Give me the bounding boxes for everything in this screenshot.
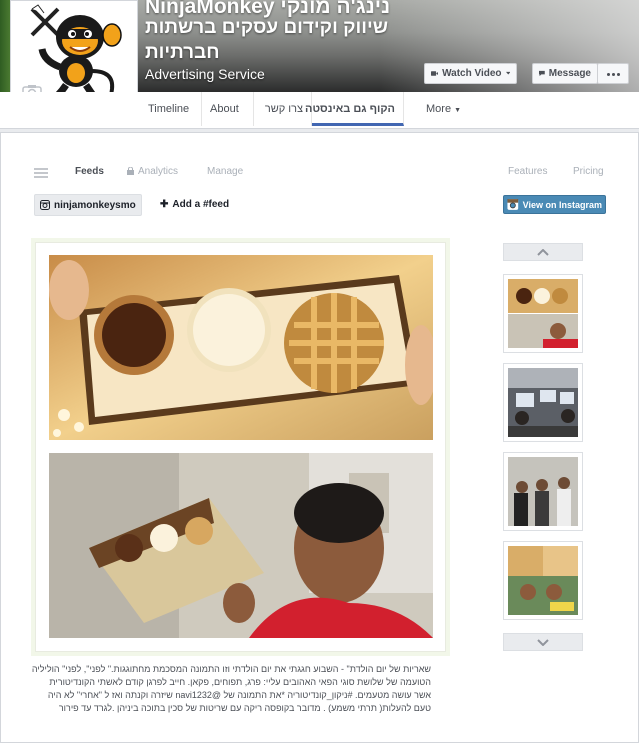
thumbnail-2[interactable]	[503, 363, 583, 442]
link-analytics-label: Analytics	[138, 166, 179, 177]
feed-account-label: ninjamonkeysmo	[54, 199, 136, 211]
thumbnail-image	[508, 279, 578, 348]
instagram-icon	[40, 200, 50, 210]
thumbnail-image	[508, 457, 578, 526]
thumbnails-scroll-up[interactable]	[503, 243, 583, 261]
link-features[interactable]: Features	[508, 166, 547, 177]
thumbnail-1[interactable]	[503, 274, 583, 353]
thumbnail-image	[508, 546, 578, 615]
watch-video-button[interactable]: Watch Video	[424, 63, 517, 84]
feed-account-chip[interactable]: ninjamonkeysmo	[34, 194, 142, 216]
thumbnails-scroll-down[interactable]	[503, 633, 583, 651]
page-tabs: Timeline About צרו קשר הקוף גם באינסטה M…	[0, 92, 639, 129]
instagram-icon	[507, 199, 519, 210]
post-photo-man-with-box	[49, 453, 433, 638]
post-photo-card[interactable]	[35, 242, 446, 652]
video-icon	[431, 71, 439, 76]
man-with-box-illustration	[49, 453, 433, 638]
add-feed-button[interactable]: ✚ Add a #feed	[160, 199, 229, 210]
thumbnail-3[interactable]	[503, 452, 583, 531]
link-pricing[interactable]: Pricing	[573, 166, 604, 177]
page-tagline-2: חברתיות	[145, 42, 220, 63]
link-manage[interactable]: Manage	[207, 166, 243, 177]
lock-icon	[127, 167, 134, 175]
more-dots-icon	[606, 68, 621, 79]
tab-more[interactable]: More ▼	[418, 92, 469, 126]
watch-video-label: Watch Video	[442, 68, 502, 79]
message-button[interactable]: Message	[532, 63, 598, 84]
tab-timeline[interactable]: Timeline	[140, 92, 202, 126]
chevron-up-icon	[537, 248, 549, 256]
page-name-hebrew: נינג'ה מונקי	[280, 0, 391, 18]
add-feed-label: Add a #feed	[172, 199, 230, 210]
instagram-feed-app: Feeds Analytics Manage Features Pricing …	[0, 132, 639, 743]
tab-more-label: More	[426, 103, 452, 115]
menu-icon[interactable]	[34, 168, 48, 178]
page-category[interactable]: Advertising Service	[145, 66, 265, 82]
message-label: Message	[548, 68, 591, 79]
link-feeds[interactable]: Feeds	[75, 166, 104, 177]
chevron-down-icon	[537, 638, 549, 646]
post-photo-pies	[49, 255, 433, 440]
view-on-instagram-button[interactable]: View on Instagram	[503, 195, 606, 214]
view-on-instagram-label: View on Instagram	[522, 199, 602, 210]
thumbnail-image	[508, 368, 578, 437]
page-name-latin: NinjaMonkey	[145, 0, 281, 18]
chevron-down-icon	[505, 71, 510, 75]
thumbnail-4[interactable]	[503, 541, 583, 620]
tab-about[interactable]: About	[202, 92, 254, 126]
page-tagline: שיווק וקידום עסקים ברשתות	[145, 17, 389, 38]
tab-contact[interactable]: צרו קשר	[254, 92, 312, 126]
plus-icon: ✚	[160, 199, 169, 210]
chevron-down-icon: ▼	[454, 107, 462, 114]
message-icon	[539, 70, 545, 77]
tab-instagram[interactable]: הקוף גם באינסטה	[305, 92, 404, 126]
link-analytics[interactable]: Analytics	[127, 166, 178, 177]
pies-in-box-illustration	[49, 255, 433, 440]
post-caption: שאריות של יום הולדת" - השבוע חגגתי את יו…	[31, 664, 431, 713]
more-options-button[interactable]	[597, 63, 629, 84]
